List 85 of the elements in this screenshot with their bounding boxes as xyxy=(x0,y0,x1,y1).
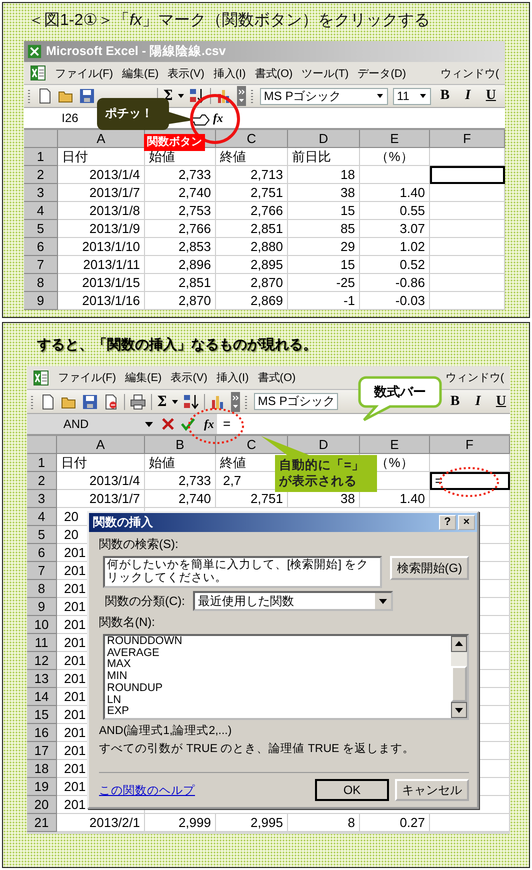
table-cell: 2,713 xyxy=(216,166,288,184)
table-cell: 始値 xyxy=(145,454,216,472)
table-cell: 201 xyxy=(64,778,86,795)
table-cell: 1.02 xyxy=(360,238,430,256)
table-cell: 2013/1/9 xyxy=(58,220,145,238)
table-cell: 前日比 xyxy=(288,148,360,166)
table-cell: 201 xyxy=(64,724,86,741)
table-cell: 201 xyxy=(64,580,86,597)
table-cell: 201 xyxy=(64,796,86,813)
table-cell: 日付 xyxy=(57,454,145,472)
table-cell: -0.03 xyxy=(360,292,430,310)
table-cell: 2013/1/16 xyxy=(58,292,145,310)
table-cell: 2,740 xyxy=(145,490,216,508)
table-cell: 201 xyxy=(64,742,86,759)
table-cell: 2013/1/7 xyxy=(57,490,145,508)
table-cell: 201 xyxy=(64,760,86,777)
table-cell: -25 xyxy=(288,274,360,292)
function-syntax: AND(論理式1,論理式2,...) xyxy=(99,724,233,738)
figure-caption: すると、「関数の挿入」なるものが現れる。 xyxy=(37,335,318,354)
table-cell: （%） xyxy=(360,148,430,166)
table-cell: 2,851 xyxy=(216,220,288,238)
table-cell: 終値 xyxy=(216,148,288,166)
callout-text: 数式バー xyxy=(374,383,426,401)
table-cell: 2013/1/11 xyxy=(58,256,145,274)
table-cell: 201 xyxy=(64,562,86,579)
function-list-label: 関数名(N): xyxy=(99,614,156,631)
table-cell: 2,766 xyxy=(216,202,288,220)
table-cell: 29 xyxy=(288,238,360,256)
category-label: 関数の分類(C): xyxy=(105,592,185,610)
table-cell: 2,733 xyxy=(145,472,216,490)
table-cell: 201 xyxy=(64,670,86,687)
table-cell: 2,896 xyxy=(145,256,216,274)
table-cell: 2,870 xyxy=(216,274,288,292)
dialog-title: 関数の挿入 xyxy=(93,514,154,531)
table-cell: 201 xyxy=(64,544,86,561)
table-cell: 85 xyxy=(288,220,360,238)
table-cell: 2,999 xyxy=(145,814,216,832)
table-cell: 2013/2/1 xyxy=(57,814,145,832)
table-cell: 2,870 xyxy=(145,292,216,310)
table-cell: 2,733 xyxy=(145,166,216,184)
table-cell: 2,7 xyxy=(223,472,242,489)
table-cell: 0.52 xyxy=(360,256,430,274)
table-cell: -1 xyxy=(288,292,360,310)
table-cell: 20 xyxy=(64,526,78,543)
table-cell: 15 xyxy=(288,256,360,274)
table-cell: 2,869 xyxy=(216,292,288,310)
table-cell: 3.07 xyxy=(360,220,430,238)
search-label: 関数の検索(S): xyxy=(99,536,180,553)
table-cell: 2,851 xyxy=(145,274,216,292)
table-cell: 38 xyxy=(288,184,360,202)
table-cell: -0.86 xyxy=(360,274,430,292)
table-cell: 2,853 xyxy=(145,238,216,256)
table-cell: 15 xyxy=(288,202,360,220)
table-cell: 2,766 xyxy=(145,220,216,238)
button-name-tooltip: 関数ボタン xyxy=(144,134,205,151)
table-cell: 201 xyxy=(64,616,86,633)
table-cell: 0.55 xyxy=(360,202,430,220)
table-cell: 2,751 xyxy=(216,184,288,202)
table-cell: 201 xyxy=(64,706,86,723)
table-cell: 2013/1/10 xyxy=(58,238,145,256)
table-cell: 2,880 xyxy=(216,238,288,256)
table-cell: 2013/1/8 xyxy=(58,202,145,220)
table-cell: 8 xyxy=(288,814,360,832)
table-cell: 2013/1/15 xyxy=(58,274,145,292)
table-cell: 2013/1/7 xyxy=(58,184,145,202)
callout-text: が表示される xyxy=(279,473,358,489)
figure-caption: ＜図1-2①＞「fx」マーク（関数ボタン）をクリックする xyxy=(28,11,431,31)
table-cell: 201 xyxy=(64,634,86,651)
table-cell: 2013/1/4 xyxy=(58,166,145,184)
table-cell: 2,895 xyxy=(216,256,288,274)
table-cell: 2013/1/4 xyxy=(57,472,145,490)
table-cell: 0.27 xyxy=(360,814,430,832)
callout-text: ポチッ！ xyxy=(105,105,153,122)
table-cell: 201 xyxy=(64,688,86,705)
function-description: すべての引数が TRUE のとき、論理値 TRUE を返します。 xyxy=(99,742,416,756)
table-cell: 2,995 xyxy=(216,814,288,832)
window-title: Microsoft Excel - 陽線陰線.csv xyxy=(46,43,226,60)
table-cell: 18 xyxy=(288,166,360,184)
table-cell: 201 xyxy=(64,652,86,669)
table-cell: 日付 xyxy=(58,148,145,166)
table-cell: 20 xyxy=(64,508,78,525)
table-cell: 1.40 xyxy=(360,184,430,202)
table-cell: 2,753 xyxy=(145,202,216,220)
table-cell: 201 xyxy=(64,598,86,615)
table-cell: 2,740 xyxy=(145,184,216,202)
